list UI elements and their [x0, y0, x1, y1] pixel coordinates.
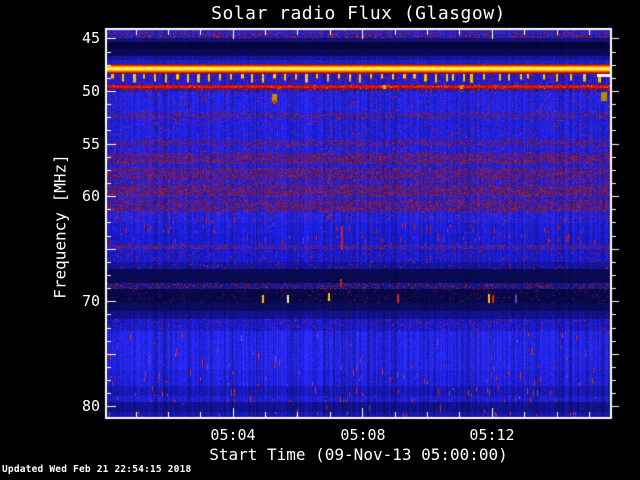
y-tick-label-55: 55 — [81, 135, 100, 153]
x-tick-label-0508: 05:08 — [340, 426, 386, 444]
y-tick-label-60: 60 — [81, 187, 100, 205]
x-tick-label-0512: 05:12 — [469, 426, 515, 444]
page-title: Solar radio Flux (Glasgow) — [211, 3, 506, 24]
y-axis-title: Frequency [MHz] — [50, 154, 70, 299]
y-tick-label-70: 70 — [81, 292, 100, 310]
y-tick-label-45: 45 — [81, 29, 100, 47]
updated-timestamp: Updated Wed Feb 21 22:54:15 2018 — [2, 464, 192, 475]
spectrogram-page: Solar radio Flux (Glasgow) Frequency [MH… — [0, 0, 640, 480]
x-tick-label-0504: 05:04 — [210, 426, 256, 444]
y-tick-label-80: 80 — [81, 397, 100, 415]
y-tick-label-50: 50 — [81, 82, 100, 100]
x-axis-title: Start Time (09-Nov-13 05:00:00) — [209, 445, 508, 464]
